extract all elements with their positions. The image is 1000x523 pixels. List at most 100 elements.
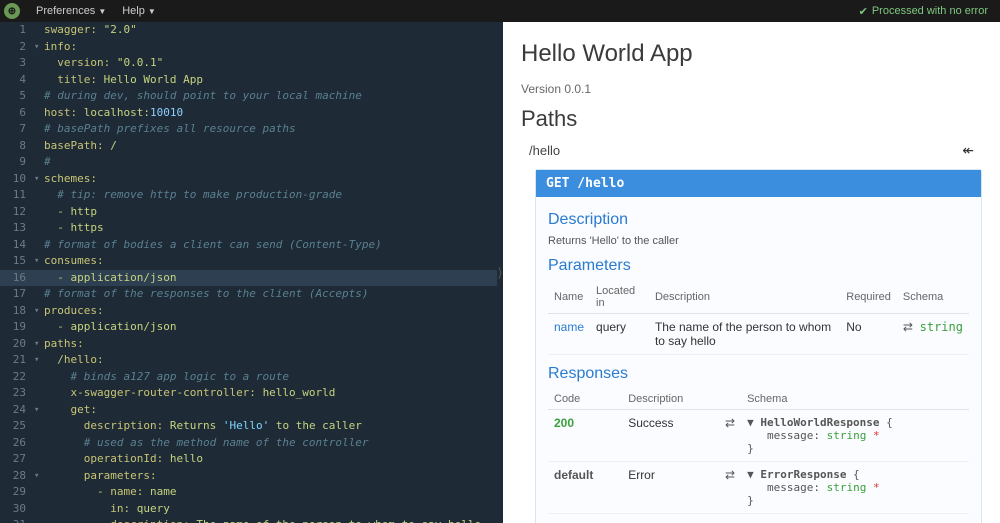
fold-toggle-icon[interactable]: ▾: [34, 402, 44, 419]
code-content[interactable]: # format of the responses to the client …: [44, 286, 369, 303]
code-content[interactable]: # basePath prefixes all resource paths: [44, 121, 296, 138]
code-content[interactable]: info:: [44, 39, 77, 56]
code-content[interactable]: #: [44, 154, 51, 171]
resp-code: 200: [548, 410, 622, 462]
fold-toggle-icon: [34, 484, 44, 501]
line-number: 7: [0, 121, 34, 138]
editor-line[interactable]: 18▾produces:: [0, 303, 497, 320]
col-in: Located in: [590, 281, 649, 314]
editor-line[interactable]: 2▾info:: [0, 39, 497, 56]
code-content[interactable]: - name: name: [44, 484, 176, 501]
editor-line[interactable]: 11 # tip: remove http to make production…: [0, 187, 497, 204]
help-menu[interactable]: Help ▼: [114, 5, 164, 17]
editor-line[interactable]: 7 # basePath prefixes all resource paths: [0, 121, 497, 138]
preferences-menu[interactable]: Preferences ▼: [28, 5, 114, 17]
editor-line[interactable]: 13 - https: [0, 220, 497, 237]
fold-toggle-icon: [34, 220, 44, 237]
collapse-arrow-icon[interactable]: ↞: [962, 142, 974, 159]
fold-toggle-icon[interactable]: ▾: [34, 171, 44, 188]
code-content[interactable]: - application/json: [44, 319, 176, 336]
col-rschema: Schema: [741, 389, 969, 410]
editor-line[interactable]: 5# during dev, should point to your loca…: [0, 88, 497, 105]
editor-line[interactable]: 20▾paths:: [0, 336, 497, 353]
code-content[interactable]: schemes:: [44, 171, 97, 188]
code-content[interactable]: produces:: [44, 303, 104, 320]
fold-toggle-icon: [34, 286, 44, 303]
fold-toggle-icon: [34, 237, 44, 254]
editor-line[interactable]: 25 description: Returns 'Hello' to the c…: [0, 418, 497, 435]
table-row: 200 Success ⇄ ▼ HelloWorldResponse { mes…: [548, 410, 969, 462]
fold-toggle-icon: [34, 187, 44, 204]
fold-toggle-icon: [34, 138, 44, 155]
code-content[interactable]: # binds a127 app logic to a route: [44, 369, 289, 386]
editor-line[interactable]: 24▾ get:: [0, 402, 497, 419]
editor-line[interactable]: 23 x-swagger-router-controller: hello_wo…: [0, 385, 497, 402]
code-content[interactable]: # used as the method name of the control…: [44, 435, 369, 452]
code-content[interactable]: description: The name of the person to w…: [44, 517, 481, 523]
path-row[interactable]: /hello ↞: [521, 138, 982, 163]
code-content[interactable]: # format of bodies a client can send (Co…: [44, 237, 382, 254]
yaml-editor[interactable]: 1 swagger: "2.0"2▾info:3 version: "0.0.1"…: [0, 22, 497, 523]
code-content[interactable]: get:: [44, 402, 97, 419]
editor-line[interactable]: 16 - application/json: [0, 270, 497, 287]
editor-line[interactable]: 26 # used as the method name of the cont…: [0, 435, 497, 452]
editor-line[interactable]: 8basePath: /: [0, 138, 497, 155]
code-content[interactable]: paths:: [44, 336, 84, 353]
code-content[interactable]: host: localhost:10010: [44, 105, 183, 122]
line-number: 6: [0, 105, 34, 122]
code-content[interactable]: # during dev, should point to your local…: [44, 88, 362, 105]
code-content[interactable]: x-swagger-router-controller: hello_world: [44, 385, 335, 402]
code-content[interactable]: basePath: /: [44, 138, 117, 155]
code-content[interactable]: title: Hello World App: [44, 72, 203, 89]
editor-line[interactable]: 30 in: query: [0, 501, 497, 518]
editor-line[interactable]: 27 operationId: hello: [0, 451, 497, 468]
code-content[interactable]: version: "0.0.1": [44, 55, 163, 72]
code-content[interactable]: operationId: hello: [44, 451, 203, 468]
code-content[interactable]: # tip: remove http to make production-gr…: [44, 187, 342, 204]
editor-line[interactable]: 1 swagger: "2.0": [0, 22, 497, 39]
fold-toggle-icon[interactable]: ▾: [34, 303, 44, 320]
editor-line[interactable]: 15▾consumes:: [0, 253, 497, 270]
code-content[interactable]: swagger: "2.0": [44, 22, 137, 39]
code-content[interactable]: description: Returns 'Hello' to the call…: [44, 418, 362, 435]
code-content[interactable]: - application/json: [44, 270, 176, 287]
fold-toggle-icon[interactable]: ▾: [34, 336, 44, 353]
resp-desc: Error: [622, 462, 719, 514]
editor-line[interactable]: 21▾ /hello:: [0, 352, 497, 369]
fold-toggle-icon[interactable]: ▾: [34, 352, 44, 369]
fold-toggle-icon: [34, 88, 44, 105]
code-content[interactable]: consumes:: [44, 253, 104, 270]
schema-toggle-icon[interactable]: ⇄: [903, 320, 913, 334]
fold-toggle-icon[interactable]: ▾: [34, 253, 44, 270]
editor-line[interactable]: 14# format of bodies a client can send (…: [0, 237, 497, 254]
line-number: 24: [0, 402, 34, 419]
editor-line[interactable]: 6 host: localhost:10010: [0, 105, 497, 122]
editor-line[interactable]: 17# format of the responses to the clien…: [0, 286, 497, 303]
code-content[interactable]: parameters:: [44, 468, 157, 485]
editor-line[interactable]: 19 - application/json: [0, 319, 497, 336]
editor-line[interactable]: 22 # binds a127 app logic to a route: [0, 369, 497, 386]
editor-line[interactable]: 9#: [0, 154, 497, 171]
fold-toggle-icon: [34, 319, 44, 336]
code-content[interactable]: - http: [44, 204, 97, 221]
param-in: query: [590, 314, 649, 355]
editor-line[interactable]: 3 version: "0.0.1": [0, 55, 497, 72]
operation-badge[interactable]: GET /hello: [536, 170, 981, 197]
line-number: 1: [0, 22, 34, 39]
editor-line[interactable]: 4 title: Hello World App: [0, 72, 497, 89]
fold-toggle-icon: [34, 72, 44, 89]
editor-line[interactable]: 31 description: The name of the person t…: [0, 517, 497, 523]
schema-toggle-icon[interactable]: ⇄: [725, 416, 735, 430]
fold-toggle-icon[interactable]: ▾: [34, 39, 44, 56]
editor-line[interactable]: 10▾schemes:: [0, 171, 497, 188]
editor-line[interactable]: 12 - http: [0, 204, 497, 221]
line-number: 27: [0, 451, 34, 468]
schema-toggle-icon[interactable]: ⇄: [725, 468, 735, 482]
table-row: name query The name of the person to who…: [548, 314, 969, 355]
fold-toggle-icon[interactable]: ▾: [34, 468, 44, 485]
code-content[interactable]: /hello:: [44, 352, 104, 369]
editor-line[interactable]: 29 - name: name: [0, 484, 497, 501]
editor-line[interactable]: 28▾ parameters:: [0, 468, 497, 485]
code-content[interactable]: - https: [44, 220, 104, 237]
code-content[interactable]: in: query: [44, 501, 170, 518]
